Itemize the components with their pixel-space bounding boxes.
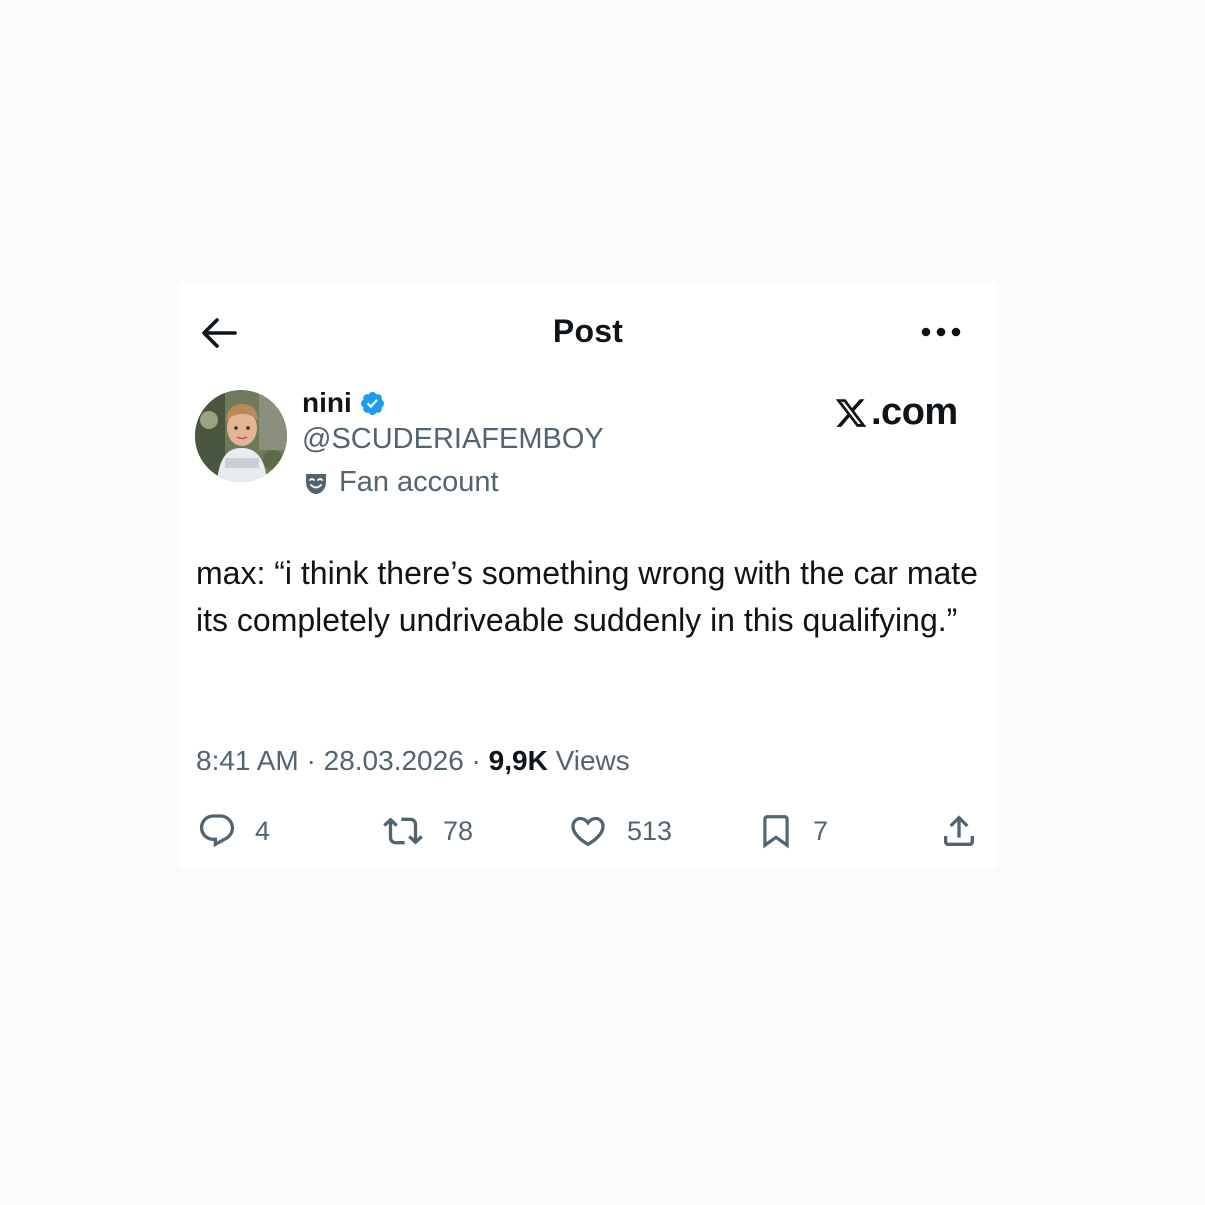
author-handle[interactable]: @SCUDERIAFEMBOY	[302, 423, 604, 456]
repost-button[interactable]: 78	[381, 811, 473, 851]
more-button[interactable]	[919, 321, 963, 343]
meta-separator: ·	[306, 745, 316, 776]
x-logo-icon	[835, 398, 867, 427]
meta-separator: ·	[471, 745, 481, 776]
verified-badge-icon	[360, 391, 384, 415]
avatar[interactable]	[195, 390, 287, 482]
heart-icon	[571, 816, 605, 847]
repost-count: 78	[443, 815, 474, 846]
reply-count: 4	[255, 815, 271, 846]
brand-watermark: .com	[834, 391, 958, 434]
post-card: Post nini @SCUDERIAFEMBOY Fan account .c…	[179, 283, 997, 868]
avatar-photo	[195, 390, 287, 482]
brand-suffix: .com	[871, 391, 958, 433]
reply-icon	[199, 814, 235, 848]
post-time[interactable]: 8:41 AM	[196, 745, 299, 776]
theater-masks-icon	[306, 473, 326, 494]
like-button[interactable]: 513	[567, 811, 672, 851]
author-name-row[interactable]: nini	[302, 387, 386, 419]
bookmark-count: 7	[813, 815, 829, 846]
repost-icon	[383, 817, 423, 845]
share-icon	[944, 815, 974, 846]
post-text: max: “i think there’s something wrong wi…	[196, 555, 978, 638]
reply-button[interactable]: 4	[197, 811, 270, 851]
post-date[interactable]: 28.03.2026	[324, 745, 464, 776]
share-button[interactable]	[939, 811, 979, 851]
affiliation-text: Fan account	[339, 466, 499, 498]
affiliation-label: Fan account	[303, 466, 499, 499]
display-name[interactable]: nini	[302, 387, 352, 419]
post-meta: 8:41 AM · 28.03.2026 · 9,9K Views	[196, 745, 630, 777]
page-title: Post	[552, 313, 624, 349]
views-label: Views	[555, 745, 630, 776]
views-count: 9,9K	[488, 745, 548, 776]
bookmark-icon	[763, 815, 789, 849]
bookmark-button[interactable]: 7	[757, 811, 828, 851]
like-count: 513	[627, 815, 673, 846]
more-horizontal-icon	[921, 327, 961, 337]
